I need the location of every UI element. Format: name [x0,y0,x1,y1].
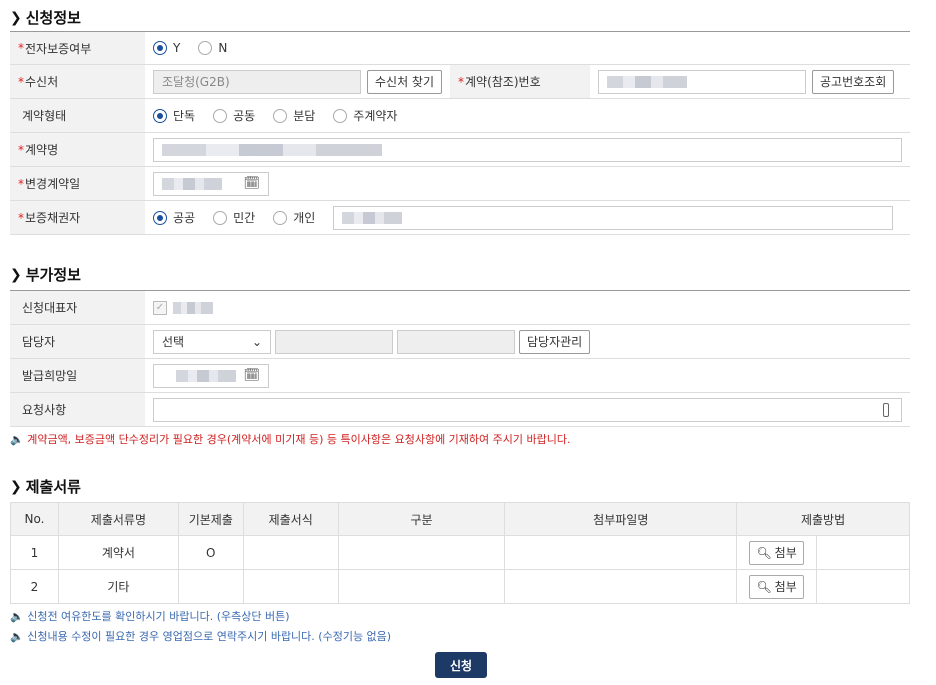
search-icon: 🔍︎ [756,545,772,560]
row-issue-date: 발급희망일 🗓 [10,359,910,393]
radio-type-share[interactable]: 분담 [273,107,315,124]
row-creditor: * 보증채권자 공공 민간 개인 [10,201,910,235]
chevron-down-icon: ⌄ [251,334,262,349]
row-manager: 담당자 선택 ⌄ 담당자관리 [10,325,910,359]
apply-form: * 전자보증여부 Y N * 수신처 조달청(G2B) 수신처 찾기 * 계약(참조)… [10,31,910,235]
radio-type-joint[interactable]: 공동 [213,107,255,124]
radio-type-main[interactable]: 주계약자 [333,107,397,124]
speaker-icon: 🔈 [10,630,24,643]
search-icon: 🔍︎ [756,579,772,594]
attach-button[interactable]: 🔍︎ 첨부 [749,540,804,565]
contract-no-input[interactable] [598,69,806,94]
docs-table: No. 제출서류명 기본제출 제출서식 구분 첨부파일명 제출방법 1 계약서 … [10,502,910,604]
section-title-extra: ❯ 부가정보 [10,266,81,284]
creditor-input[interactable] [333,205,894,230]
manager-manage-button[interactable]: 담당자관리 [519,329,591,354]
row-e-guarantee: * 전자보증여부 Y N [10,32,910,65]
chevron-right-icon: ❯ [10,266,22,283]
radio-creditor-personal[interactable]: 개인 [273,209,315,226]
manager-select[interactable]: 선택 ⌄ [153,329,271,354]
row-recipient: * 수신처 조달청(G2B) 수신처 찾기 * 계약(참조)번호 공고번호조회 [10,65,910,99]
section-title-apply: ❯ 신청정보 [10,9,81,27]
submit-button[interactable]: 신청 [435,652,487,678]
recipient-input[interactable]: 조달청(G2B) [153,69,361,94]
table-header: No. 제출서류명 기본제출 제출서식 구분 첨부파일명 제출방법 [10,502,910,536]
recipient-find-button[interactable]: 수신처 찾기 [367,69,443,94]
change-date-input[interactable]: 🗓 [153,171,269,196]
contract-name-input[interactable] [153,137,902,162]
issue-date-input[interactable]: 🗓 [153,363,269,388]
scrollbar-handle[interactable] [883,402,889,417]
request-textarea[interactable] [153,397,902,422]
radio-e-guarantee-y[interactable]: Y [153,41,180,55]
row-change-date: * 변경계약일 🗓 [10,167,910,201]
extra-form: 신청대표자 ✓ 담당자 선택 ⌄ 담당자관리 발급희망일 🗓 요청사항 [10,290,910,427]
extra-notice: 🔈 계약금액, 보증금액 단수정리가 필요한 경우(계약서에 미기재 등) 등 … [10,433,571,446]
attach-button[interactable]: 🔍︎ 첨부 [749,574,804,599]
table-row: 1 계약서 O 🔍︎ 첨부 [10,535,910,570]
radio-type-single[interactable]: 단독 [153,107,195,124]
table-row: 2 기타 🔍︎ 첨부 [10,569,910,604]
manager-phone-input[interactable] [275,329,393,354]
row-request: 요청사항 [10,393,910,427]
radio-creditor-public[interactable]: 공공 [153,209,195,226]
chevron-right-icon: ❯ [10,9,22,26]
row-representative: 신청대표자 ✓ [10,291,910,325]
speaker-icon: 🔈 [10,433,24,446]
row-contract-name: * 계약명 [10,133,910,167]
notice-lookup-button[interactable]: 공고번호조회 [812,69,895,94]
section-title-docs: ❯ 제출서류 [10,478,81,496]
calendar-icon[interactable]: 🗓 [243,176,260,191]
chevron-right-icon: ❯ [10,478,22,495]
speaker-icon: 🔈 [10,610,24,623]
radio-creditor-private[interactable]: 민간 [213,209,255,226]
row-contract-type: 계약형태 단독 공동 분담 주계약자 [10,99,910,133]
calendar-icon[interactable]: 🗓 [243,368,260,383]
representative-checkbox[interactable]: ✓ [153,300,167,315]
radio-e-guarantee-n[interactable]: N [198,41,227,55]
docs-notice-1: 🔈 신청전 여유한도를 확인하시기 바랍니다. (우측상단 버튼) [10,610,290,623]
docs-notice-2: 🔈 신청내용 수정이 필요한 경우 영업점으로 연락주시기 바랍니다. (수정기… [10,630,392,643]
manager-email-input[interactable] [397,329,515,354]
